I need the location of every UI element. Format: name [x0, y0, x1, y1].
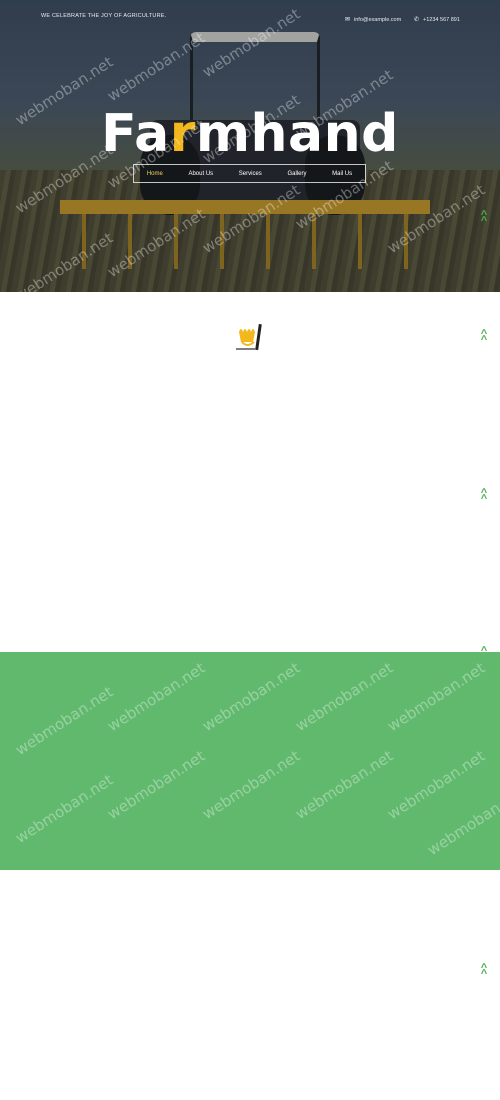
site-logo[interactable]: Farmhand — [0, 104, 500, 164]
watermark: webmoban.net — [12, 682, 117, 760]
logo-prefix: Fa — [101, 104, 170, 164]
watermark: webmoban.net — [292, 658, 397, 736]
watermark: webmoban.net — [292, 746, 397, 824]
watermark: webmoban.net — [199, 658, 304, 736]
header-tagline: WE CELEBRATE THE JOY OF AGRICULTURE. — [41, 13, 167, 19]
header-email-text[interactable]: info@example.com — [354, 17, 401, 23]
green-section: webmoban.net webmoban.net webmoban.net w… — [0, 652, 500, 870]
phone-icon: ✆ — [414, 17, 420, 23]
watermark: webmoban.net — [104, 658, 209, 736]
watermark: webmoban.net — [424, 782, 500, 860]
watermark: webmoban.net — [104, 746, 209, 824]
header-phone-text[interactable]: +1234 567 891 — [423, 17, 460, 23]
header-phone[interactable]: ✆ +1234 567 891 — [414, 16, 460, 24]
nav-home[interactable]: Home — [147, 171, 163, 177]
nav-about-us[interactable]: About Us — [188, 171, 213, 177]
double-chevron-up-icon[interactable]: ^ ^ — [479, 329, 489, 346]
envelope-icon: ✉ — [345, 17, 351, 23]
double-chevron-up-icon[interactable]: ^ ^ — [479, 963, 489, 980]
logo-suffix: mhand — [195, 104, 399, 164]
watermark: webmoban.net — [12, 770, 117, 848]
logo-accent-letter: r — [169, 104, 196, 164]
wheat-logo-icon — [236, 323, 262, 351]
double-chevron-up-icon[interactable]: ^ ^ — [479, 210, 489, 227]
nav-services[interactable]: Services — [239, 171, 262, 177]
watermark: webmoban.net — [384, 746, 489, 824]
double-chevron-up-icon[interactable]: ^ ^ — [479, 488, 489, 505]
nav-gallery[interactable]: Gallery — [287, 171, 306, 177]
nav-mail-us[interactable]: Mail Us — [332, 171, 352, 177]
main-nav: Home About Us Services Gallery Mail Us — [133, 164, 366, 183]
watermark: webmoban.net — [384, 658, 489, 736]
watermark: webmoban.net — [199, 746, 304, 824]
hero-banner: WE CELEBRATE THE JOY OF AGRICULTURE. ✉ i… — [0, 0, 500, 292]
header-email[interactable]: ✉ info@example.com — [345, 16, 401, 24]
